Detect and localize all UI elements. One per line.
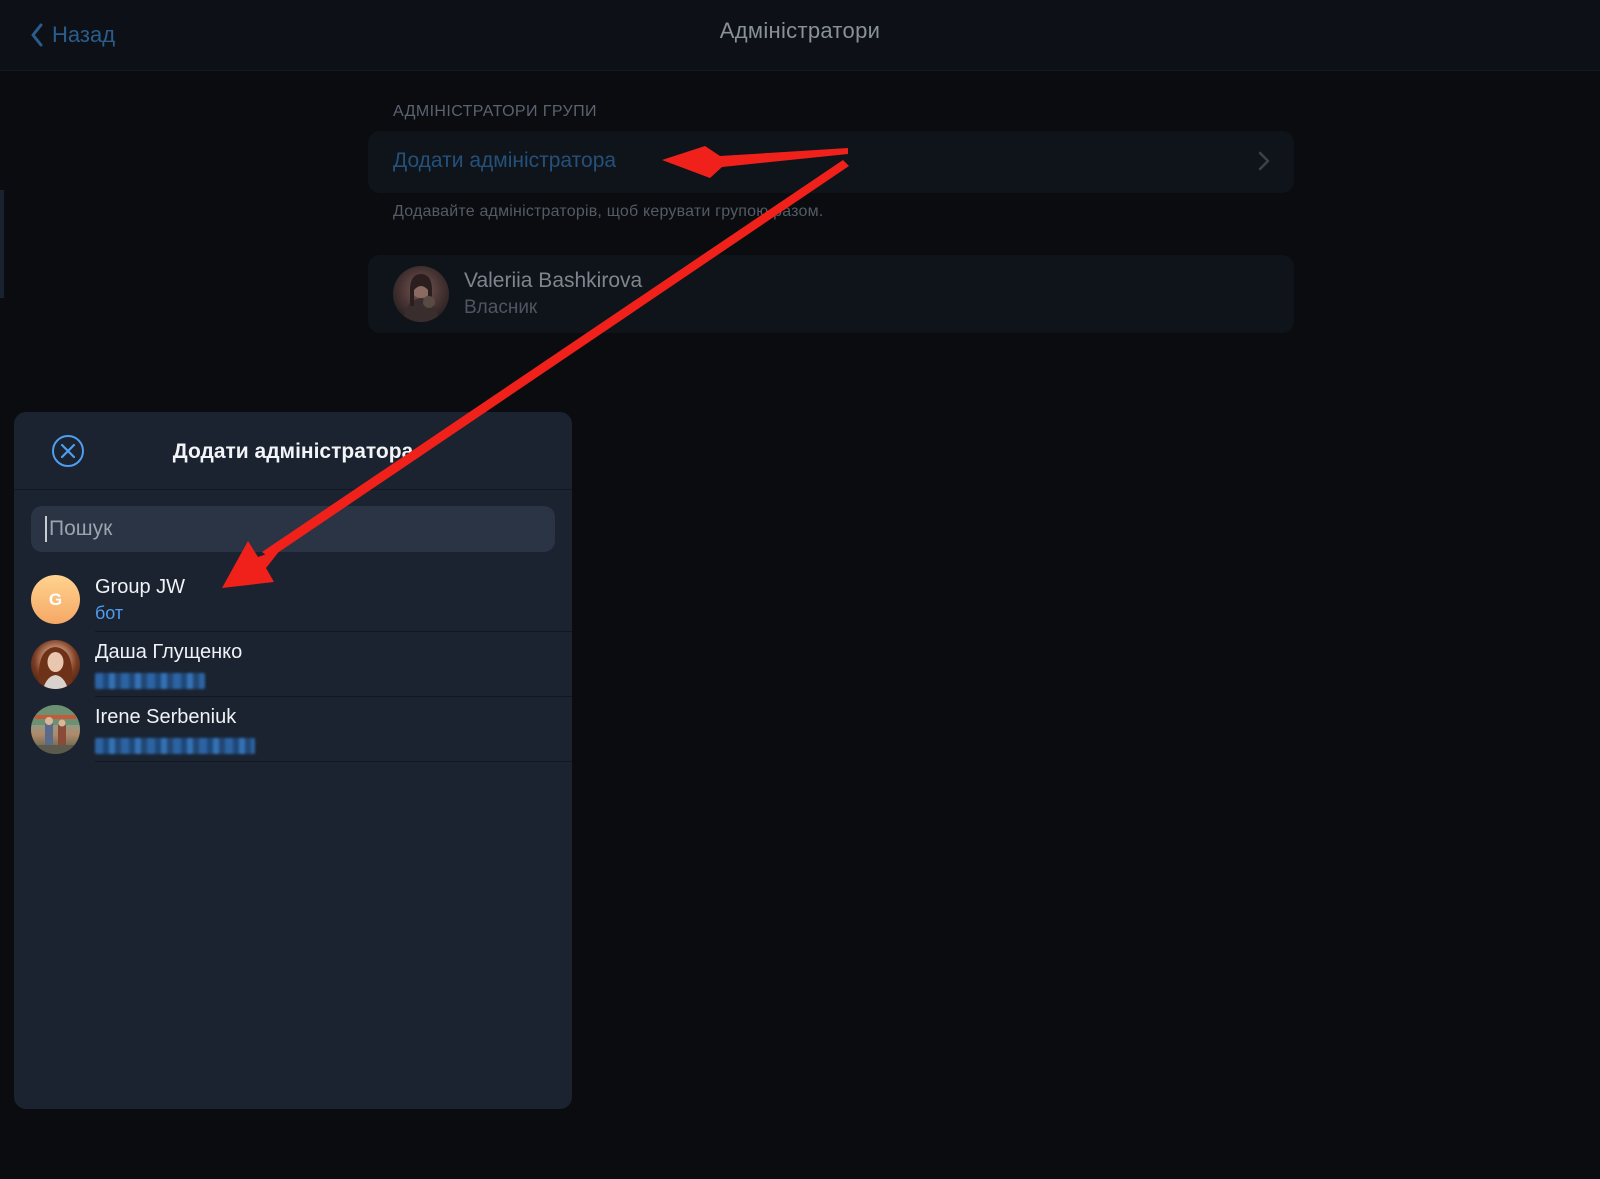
search-input[interactable]	[47, 509, 529, 549]
owner-row[interactable]: Valeriia Bashkirova Власник	[368, 255, 1294, 333]
contact-row-irene[interactable]: Irene Serbeniuk	[14, 697, 572, 762]
contact-row-group-jw[interactable]: G Group JW бот	[14, 567, 572, 632]
blurred-status	[95, 673, 205, 689]
search-field[interactable]	[31, 506, 555, 552]
avatar	[31, 640, 80, 689]
avatar: G	[31, 575, 80, 624]
contact-row-dasha[interactable]: Даша Глущенко	[14, 632, 572, 697]
split-view-edge	[0, 190, 4, 298]
row-divider	[95, 761, 572, 762]
navigation-bar: Назад Адміністратори	[0, 0, 1600, 71]
contact-name: Irene Serbeniuk	[95, 706, 237, 728]
contact-name: Group JW	[95, 576, 186, 598]
modal-header: Додати адміністратора	[14, 412, 572, 490]
contact-list: G Group JW бот Даша Глущенко Irene Serbe…	[14, 567, 572, 762]
avatar	[393, 266, 449, 322]
chevron-right-icon	[1258, 151, 1270, 176]
modal-title: Додати адміністратора	[172, 440, 414, 463]
avatar-photo	[31, 640, 80, 689]
add-admin-row[interactable]: Додати адміністратора	[368, 131, 1294, 193]
admins-section-footer: Додавайте адміністраторів, щоб керувати …	[393, 203, 824, 220]
avatar-letter: G	[31, 575, 80, 624]
app-screen: Назад Адміністратори АДМІНІСТРАТОРИ ГРУП…	[0, 0, 1600, 1179]
owner-name: Valeriia Bashkirova	[464, 269, 643, 292]
add-admin-label: Додати адміністратора	[393, 149, 617, 172]
avatar	[31, 705, 80, 754]
add-admin-modal: Додати адміністратора G Group JW бот	[14, 412, 572, 1109]
admins-section-header: АДМІНІСТРАТОРИ ГРУПИ	[393, 103, 597, 120]
avatar-photo	[31, 705, 80, 754]
blurred-status	[95, 738, 255, 754]
contact-name: Даша Глущенко	[95, 641, 243, 663]
page-title: Адміністратори	[719, 18, 881, 43]
owner-role: Власник	[464, 297, 538, 318]
contact-subtitle: бот	[95, 603, 124, 623]
